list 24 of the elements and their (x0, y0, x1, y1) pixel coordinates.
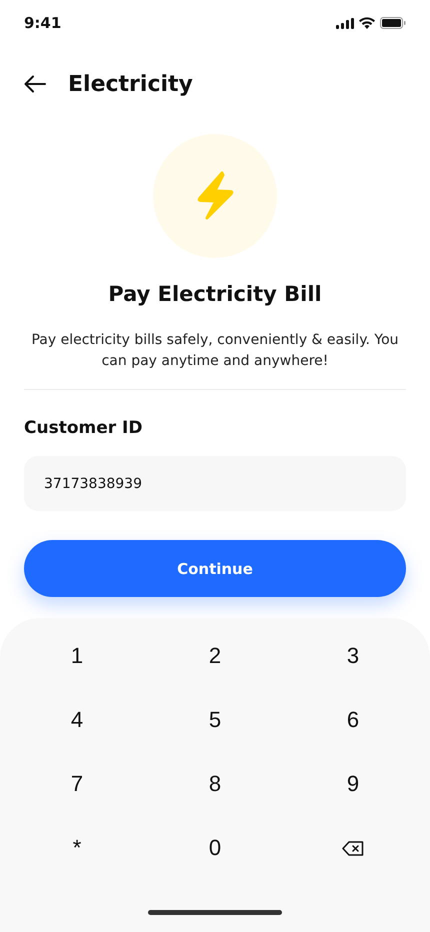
hero-title: Pay Electricity Bill (108, 282, 322, 306)
keypad-key[interactable]: 8 (146, 752, 284, 816)
signal-icon (336, 18, 354, 28)
keypad-key[interactable]: 7 (8, 752, 146, 816)
keypad-key[interactable]: 6 (284, 688, 422, 752)
keypad-key[interactable]: 0 (146, 816, 284, 880)
customer-id-field[interactable]: 37173838939 (24, 456, 406, 511)
field-label: Customer ID (24, 418, 144, 438)
keypad-key[interactable]: 2 (146, 624, 284, 688)
status-time: 9:41 (24, 14, 62, 32)
back-button[interactable] (24, 75, 46, 93)
backspace-icon (342, 840, 364, 856)
wifi-icon (359, 17, 375, 29)
keypad-key[interactable]: * (8, 816, 146, 880)
keypad-key[interactable]: 5 (146, 688, 284, 752)
keypad-key[interactable]: 3 (284, 624, 422, 688)
battery-icon (380, 17, 406, 29)
keypad-key[interactable]: 4 (8, 688, 146, 752)
description-text: Pay electricity bills safely, conveniently & easily. You can pay anytime and anywhere! (30, 331, 400, 371)
continue-button[interactable]: Continue (24, 540, 406, 597)
keypad-key[interactable]: 9 (284, 752, 422, 816)
keypad-key[interactable]: 1 (8, 624, 146, 688)
page-title: Electricity (68, 72, 193, 96)
back-arrow-icon (24, 75, 46, 93)
